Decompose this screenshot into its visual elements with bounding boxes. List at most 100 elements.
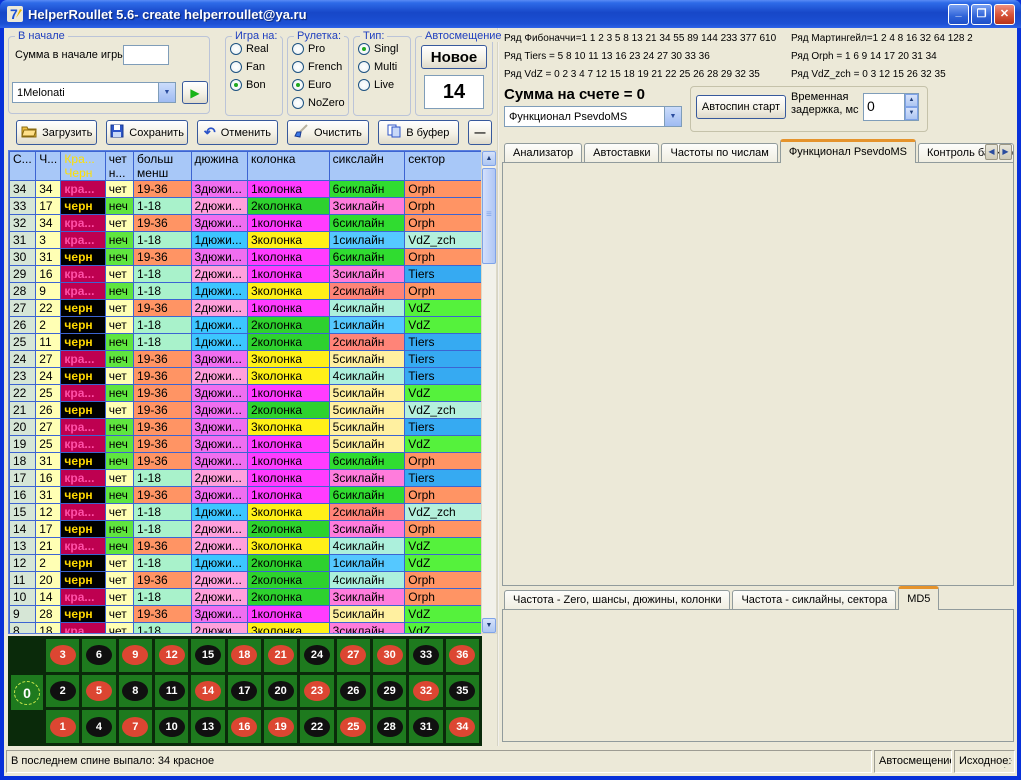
radio-game-Bon[interactable]: Bon bbox=[230, 79, 278, 91]
board-cell-35[interactable]: 35 bbox=[446, 675, 479, 708]
number-chip: 35 bbox=[449, 681, 475, 701]
board-cell-20[interactable]: 20 bbox=[264, 675, 297, 708]
toolbar-button-6[interactable]: — bbox=[468, 120, 492, 145]
history-cell: VdZ bbox=[405, 623, 484, 635]
history-column-header[interactable]: колонка bbox=[247, 152, 329, 181]
board-cell-6[interactable]: 6 bbox=[82, 639, 115, 672]
board-cell-3[interactable]: 3 bbox=[46, 639, 79, 672]
board-cell-11[interactable]: 11 bbox=[155, 675, 188, 708]
scroll-down-icon[interactable]: ▼ bbox=[482, 618, 496, 633]
history-cell: кра... bbox=[61, 623, 105, 635]
resize-grip[interactable]: ⋰ bbox=[1003, 759, 1015, 771]
board-cell-22[interactable]: 22 bbox=[300, 710, 333, 743]
maximize-button[interactable]: ❐ bbox=[971, 4, 992, 25]
tab-main-4[interactable]: Функционал PsevdoMS bbox=[780, 139, 916, 163]
number-chip: 21 bbox=[268, 645, 294, 665]
board-cell-10[interactable]: 10 bbox=[155, 710, 188, 743]
toolbar-button-5[interactable]: В буфер bbox=[378, 120, 459, 145]
radio-roulette-Euro[interactable]: Euro bbox=[292, 79, 344, 91]
history-column-header[interactable]: сектор bbox=[405, 152, 484, 181]
board-cell-18[interactable]: 18 bbox=[228, 639, 261, 672]
tab-freq-3[interactable]: MD5 bbox=[898, 586, 939, 610]
tab-scroll-right-icon[interactable]: ▶ bbox=[999, 144, 1012, 160]
history-scrollbar[interactable]: ▲ ▼ bbox=[481, 150, 497, 634]
board-cell-2[interactable]: 2 bbox=[46, 675, 79, 708]
toolbar-button-3[interactable]: ↶Отменить bbox=[197, 120, 278, 145]
board-cell-9[interactable]: 9 bbox=[119, 639, 152, 672]
spin-down-icon[interactable]: ▼ bbox=[905, 107, 918, 120]
radio-type-Live[interactable]: Live bbox=[358, 79, 406, 91]
board-cell-16[interactable]: 16 bbox=[228, 710, 261, 743]
board-cell-36[interactable]: 36 bbox=[446, 639, 479, 672]
board-cell-8[interactable]: 8 bbox=[119, 675, 152, 708]
board-cell-25[interactable]: 25 bbox=[337, 710, 370, 743]
board-cell-19[interactable]: 19 bbox=[264, 710, 297, 743]
play-button[interactable]: ▶ bbox=[182, 81, 208, 104]
board-cell-14[interactable]: 14 bbox=[191, 675, 224, 708]
history-column-header[interactable]: Кра...Черн bbox=[61, 152, 105, 181]
history-column-header[interactable]: С... bbox=[10, 152, 36, 181]
tab-scroll-left-icon[interactable]: ◀ bbox=[985, 144, 998, 160]
board-cell-5[interactable]: 5 bbox=[82, 675, 115, 708]
tab-main-2[interactable]: Автоставки bbox=[584, 143, 659, 163]
board-cell-34[interactable]: 34 bbox=[446, 710, 479, 743]
board-cell-12[interactable]: 12 bbox=[155, 639, 188, 672]
board-cell-27[interactable]: 27 bbox=[337, 639, 370, 672]
board-cell-33[interactable]: 33 bbox=[409, 639, 442, 672]
chevron-down-icon[interactable]: ▼ bbox=[664, 107, 681, 126]
radio-type-Multi[interactable]: Multi bbox=[358, 61, 406, 73]
history-table: С... Ч... Кра...Чернчетн...большменшдюжи… bbox=[9, 151, 484, 634]
board-cell-13[interactable]: 13 bbox=[191, 710, 224, 743]
board-cell-1[interactable]: 1 bbox=[46, 710, 79, 743]
history-cell: 19-36 bbox=[134, 181, 191, 198]
profile-combobox[interactable]: 1Melonati ▼ bbox=[12, 82, 176, 103]
board-cell-23[interactable]: 23 bbox=[300, 675, 333, 708]
tab-freq-1[interactable]: Частота - Zero, шансы, дюжины, колонки bbox=[504, 590, 730, 610]
board-cell-15[interactable]: 15 bbox=[191, 639, 224, 672]
start-sum-input[interactable] bbox=[123, 45, 169, 65]
board-cell-zero[interactable]: 0 bbox=[11, 675, 43, 710]
board-cell-17[interactable]: 17 bbox=[228, 675, 261, 708]
board-cell-30[interactable]: 30 bbox=[373, 639, 406, 672]
chevron-down-icon[interactable]: ▼ bbox=[158, 83, 175, 102]
board-cell-28[interactable]: 28 bbox=[373, 710, 406, 743]
new-shift-button[interactable]: Новое bbox=[421, 45, 487, 69]
board-cell-32[interactable]: 32 bbox=[409, 675, 442, 708]
toolbar-button-1[interactable]: Загрузить bbox=[16, 120, 97, 145]
scroll-up-icon[interactable]: ▲ bbox=[482, 151, 496, 166]
radio-game-Fan[interactable]: Fan bbox=[230, 61, 278, 73]
board-cell-24[interactable]: 24 bbox=[300, 639, 333, 672]
spin-up-icon[interactable]: ▲ bbox=[905, 94, 918, 107]
history-cell: 1дюжи... bbox=[191, 334, 247, 351]
board-cell-7[interactable]: 7 bbox=[119, 710, 152, 743]
minimize-button[interactable]: _ bbox=[948, 4, 969, 25]
toolbar-button-2[interactable]: Сохранить bbox=[106, 120, 187, 145]
radio-roulette-NoZero[interactable]: NoZero bbox=[292, 97, 344, 109]
radio-roulette-French[interactable]: French bbox=[292, 61, 344, 73]
tab-freq-2[interactable]: Частота - сиклайны, сектора bbox=[732, 590, 896, 610]
title-bar[interactable]: 7 HelperRoullet 5.6- create helperroulle… bbox=[0, 0, 1021, 28]
history-column-header[interactable]: сикслайн bbox=[329, 152, 405, 181]
history-column-header[interactable]: Ч... bbox=[36, 152, 61, 181]
radio-roulette-Pro[interactable]: Pro bbox=[292, 43, 344, 55]
history-column-header[interactable]: дюжина bbox=[191, 152, 247, 181]
tab-main-1[interactable]: Анализатор bbox=[504, 143, 582, 163]
tab-main-3[interactable]: Частоты по числам bbox=[661, 143, 777, 163]
history-column-header[interactable]: большменш bbox=[134, 152, 191, 181]
radio-game-Real[interactable]: Real bbox=[230, 43, 278, 55]
history-cell: 2колонка bbox=[247, 198, 329, 215]
board-cell-26[interactable]: 26 bbox=[337, 675, 370, 708]
mode-combobox[interactable]: Функционал PsevdoMS ▼ bbox=[504, 106, 682, 127]
delay-spinner[interactable]: 0 ▲▼ bbox=[863, 93, 919, 121]
board-cell-29[interactable]: 29 bbox=[373, 675, 406, 708]
toolbar-button-4[interactable]: Очистить bbox=[287, 120, 368, 145]
board-cell-31[interactable]: 31 bbox=[409, 710, 442, 743]
history-scroll-thumb[interactable] bbox=[482, 168, 496, 264]
radio-type-Singl[interactable]: Singl bbox=[358, 43, 406, 55]
close-button[interactable]: ✕ bbox=[994, 4, 1015, 25]
history-column-header[interactable]: четн... bbox=[105, 152, 133, 181]
number-chip: 27 bbox=[340, 645, 366, 665]
autospin-start-button[interactable]: Автоспин старт bbox=[696, 95, 786, 119]
board-cell-21[interactable]: 21 bbox=[264, 639, 297, 672]
board-cell-4[interactable]: 4 bbox=[82, 710, 115, 743]
